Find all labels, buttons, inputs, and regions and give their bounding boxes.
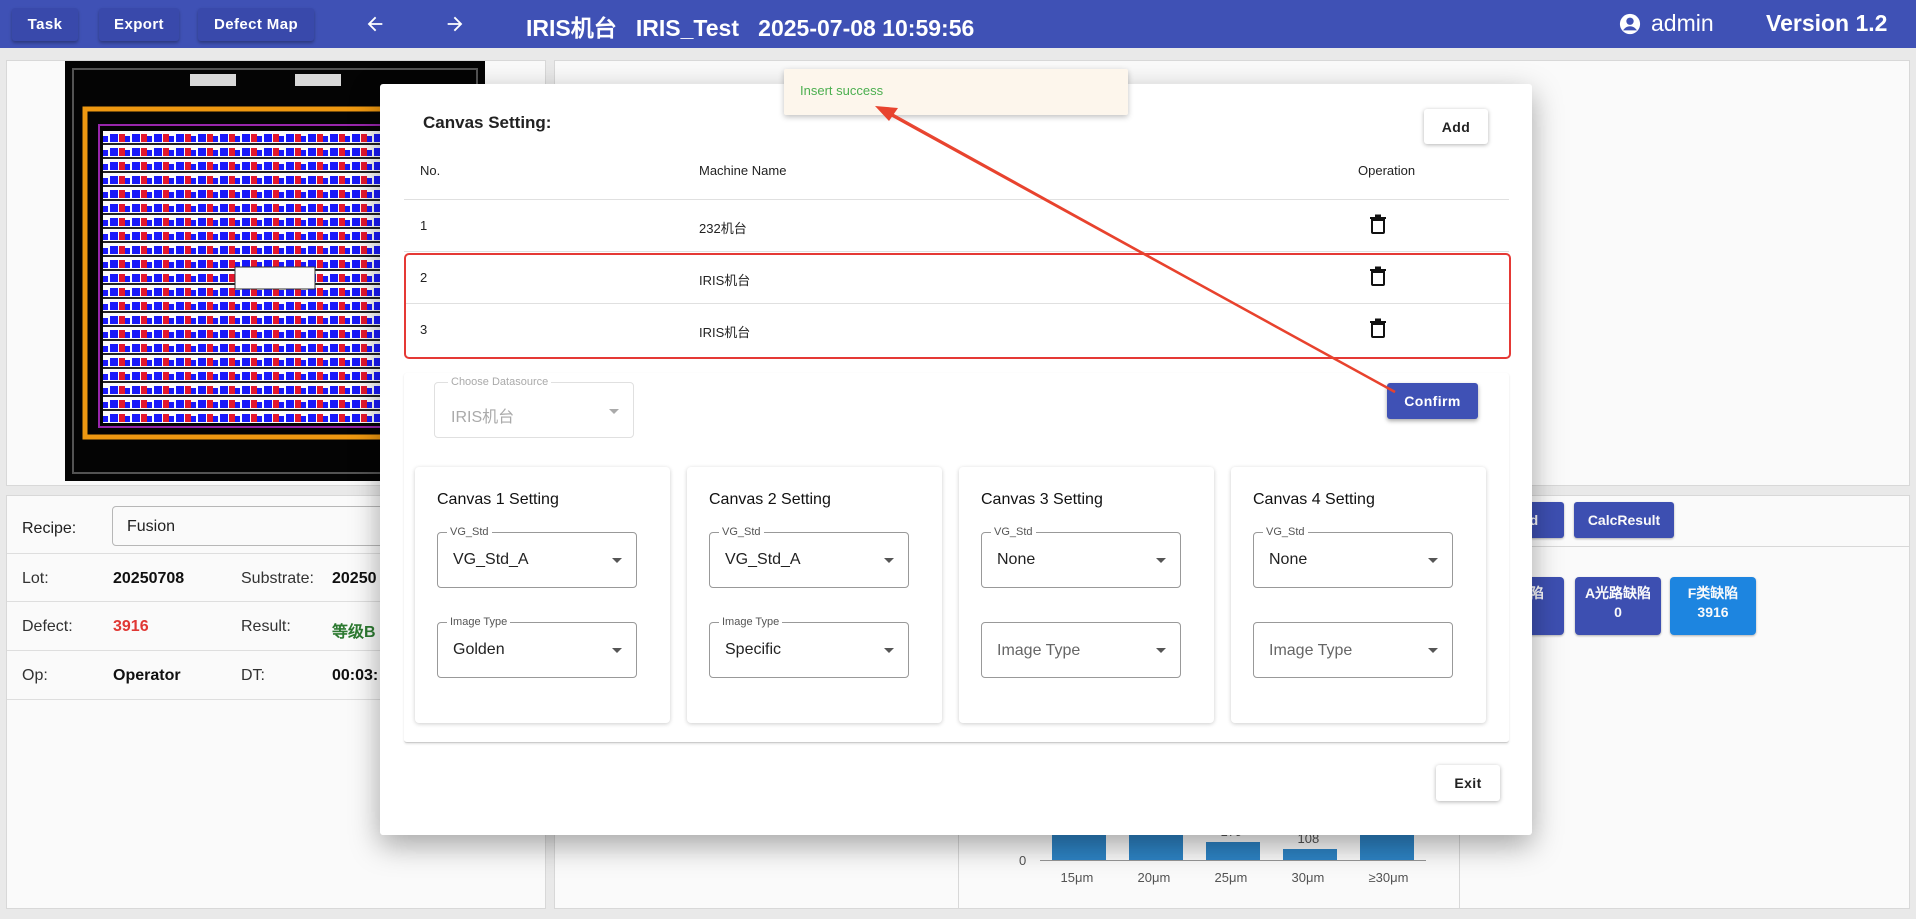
field-label: VG_Std — [991, 526, 1036, 538]
field-placeholder: Image Type — [1269, 642, 1353, 659]
field-placeholder: Image Type — [997, 642, 1081, 659]
exit-button[interactable]: Exit — [1436, 765, 1500, 801]
add-button[interactable]: Add — [1424, 109, 1488, 144]
datasource-value: IRIS机台 — [451, 409, 515, 426]
image-type-select[interactable]: Image Type Specific — [709, 616, 909, 678]
toast-message: Insert success — [800, 83, 884, 98]
task-button[interactable]: Task — [12, 8, 78, 41]
field-value: Specific — [725, 641, 782, 658]
chevron-down-icon — [1156, 558, 1166, 563]
card-title: Canvas 2 Setting — [709, 491, 831, 508]
chevron-down-icon — [1428, 648, 1438, 653]
field-value: None — [997, 551, 1036, 568]
chevron-down-icon — [884, 648, 894, 653]
chevron-down-icon — [1156, 648, 1166, 653]
canvas-2-card: Canvas 2 Setting VG_Std VG_Std_A Image T… — [687, 467, 942, 723]
canvas-3-card: Canvas 3 Setting VG_Std None Image Type — [959, 467, 1214, 723]
canvas-4-card: Canvas 4 Setting VG_Std None Image Type — [1231, 467, 1486, 723]
card-title: Canvas 1 Setting — [437, 491, 559, 508]
field-value: Golden — [453, 641, 505, 658]
canvas-setting-dialog: Canvas Setting: Add No. Machine Name Ope… — [380, 84, 1532, 835]
column-header-machine-name: Machine Name — [699, 163, 787, 178]
column-header-no: No. — [420, 163, 441, 178]
chevron-down-icon — [612, 558, 622, 563]
table-row: 1 232机台 — [404, 199, 1509, 251]
image-type-select[interactable]: Image Type — [1253, 622, 1453, 678]
chevron-down-icon — [884, 558, 894, 563]
export-button[interactable]: Export — [99, 8, 179, 41]
chevron-down-icon — [609, 409, 619, 414]
row-machine-name: 232机台 — [699, 221, 747, 236]
chevron-down-icon — [612, 648, 622, 653]
field-value: VG_Std_A — [725, 551, 801, 568]
datasource-select[interactable]: Choose Datasource IRIS机台 — [434, 376, 634, 438]
canvas-1-card: Canvas 1 Setting VG_Std VG_Std_A Image T… — [415, 467, 670, 723]
annotation-highlight-box — [404, 253, 1511, 359]
column-header-operation: Operation — [1358, 163, 1416, 178]
vg-std-select[interactable]: VG_Std VG_Std_A — [709, 526, 909, 588]
version-label: Version 1.2 — [1766, 10, 1888, 36]
field-value: None — [1269, 551, 1308, 568]
page-title: IRIS机台 IRIS_Test 2025-07-08 10:59:56 — [526, 15, 975, 41]
confirm-button[interactable]: Confirm — [1387, 383, 1478, 419]
dialog-title: Canvas Setting: — [423, 113, 552, 132]
vg-std-select[interactable]: VG_Std None — [981, 526, 1181, 588]
field-label: Image Type — [719, 616, 783, 628]
top-bar: Task Export Defect Map IRIS机台 IRIS_Test … — [0, 0, 1916, 48]
datasource-label: Choose Datasource — [448, 376, 552, 388]
field-value: VG_Std_A — [453, 551, 529, 568]
card-title: Canvas 4 Setting — [1253, 491, 1375, 508]
forward-arrow-icon[interactable] — [437, 8, 473, 40]
image-type-select[interactable]: Image Type Golden — [437, 616, 637, 678]
delete-icon[interactable] — [1369, 214, 1387, 237]
back-arrow-icon[interactable] — [357, 8, 393, 40]
field-label: VG_Std — [719, 526, 764, 538]
user-name: admin — [1651, 10, 1714, 36]
success-toast: Insert success — [784, 69, 1128, 115]
user-menu[interactable]: admin — [1619, 10, 1714, 37]
vg-std-select[interactable]: VG_Std VG_Std_A — [437, 526, 637, 588]
vg-std-select[interactable]: VG_Std None — [1253, 526, 1453, 588]
field-label: VG_Std — [447, 526, 492, 538]
field-label: VG_Std — [1263, 526, 1308, 538]
chevron-down-icon — [1428, 558, 1438, 563]
card-title: Canvas 3 Setting — [981, 491, 1103, 508]
image-type-select[interactable]: Image Type — [981, 622, 1181, 678]
defect-map-button[interactable]: Defect Map — [198, 8, 314, 41]
account-icon — [1619, 13, 1641, 34]
field-label: Image Type — [447, 616, 511, 628]
row-number: 1 — [420, 218, 428, 233]
